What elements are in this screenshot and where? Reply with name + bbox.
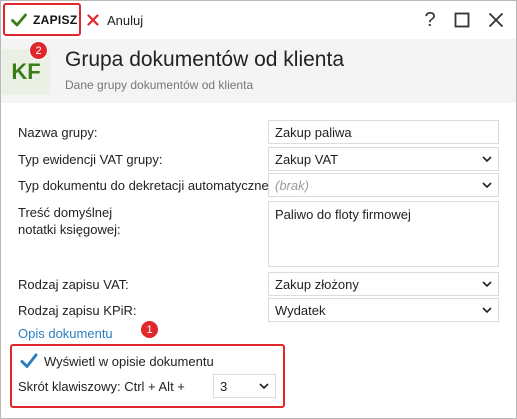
help-button[interactable]: ? <box>419 9 441 31</box>
dialog-window: ZAPISZ Anuluj ? KF 2 Grupa dokumentów od… <box>0 0 517 419</box>
dialog-header: KF 2 Grupa dokumentów od klienta Dane gr… <box>1 39 516 103</box>
shortcut-select[interactable]: 3 <box>213 374 276 398</box>
close-x-icon <box>87 14 99 26</box>
note-label-line2: notatki księgowej: <box>18 222 121 237</box>
doc-type-select[interactable]: (brak) <box>268 173 499 197</box>
vat-record-select[interactable]: Zakup złożony <box>268 272 499 296</box>
vat-record-label: Rodzaj zapisu VAT: <box>18 277 129 292</box>
chevron-down-icon <box>482 307 492 313</box>
close-window-button[interactable] <box>485 9 507 31</box>
doc-type-value: (brak) <box>275 177 309 193</box>
page-title: Grupa dokumentów od klienta <box>65 48 344 71</box>
chevron-down-icon <box>482 156 492 162</box>
checkmark-icon <box>11 13 27 26</box>
save-button[interactable]: ZAPISZ <box>3 3 81 36</box>
close-icon <box>489 13 503 27</box>
vat-record-value: Zakup złożony <box>275 276 359 292</box>
doc-type-label: Typ dokumentu do dekretacji automatyczne… <box>18 178 276 193</box>
show-in-description-checkbox[interactable] <box>20 352 38 370</box>
toolbar: ZAPISZ Anuluj ? <box>1 1 516 39</box>
kpir-label: Rodzaj zapisu KPiR: <box>18 303 137 318</box>
vat-type-value: Zakup VAT <box>275 151 339 167</box>
note-textarea[interactable]: Paliwo do floty firmowej <box>268 201 499 267</box>
kpir-select[interactable]: Wydatek <box>268 298 499 322</box>
step-badge-1: 1 <box>140 320 159 339</box>
opis-section-link[interactable]: Opis dokumentu <box>18 326 113 341</box>
save-button-label: ZAPISZ <box>33 12 78 27</box>
vat-type-select[interactable]: Zakup VAT <box>268 147 499 171</box>
cancel-button[interactable]: Anuluj <box>87 10 143 30</box>
chevron-down-icon <box>259 383 269 389</box>
cancel-button-label: Anuluj <box>107 12 144 28</box>
chevron-down-icon <box>482 281 492 287</box>
group-name-input[interactable]: Zakup paliwa <box>268 120 499 144</box>
page-subtitle: Dane grupy dokumentów od klienta <box>65 78 254 92</box>
kpir-value: Wydatek <box>275 302 326 318</box>
show-in-description-label: Wyświetl w opisie dokumentu <box>44 353 214 369</box>
chevron-down-icon <box>482 182 492 188</box>
vat-type-label: Typ ewidencji VAT grupy: <box>18 152 163 167</box>
step-badge-2: 2 <box>29 41 48 60</box>
group-name-label: Nazwa grupy: <box>18 125 98 140</box>
help-icon: ? <box>424 8 436 31</box>
group-name-value: Zakup paliwa <box>275 124 352 140</box>
shortcut-value: 3 <box>220 378 228 394</box>
note-label-line1: Treść domyślnej <box>18 205 113 220</box>
maximize-icon <box>454 12 470 28</box>
show-in-description-row[interactable]: Wyświetl w opisie dokumentu <box>20 352 214 370</box>
checkmark-icon <box>20 353 38 368</box>
shortcut-label: Skrót klawiszowy: Ctrl + Alt + <box>18 379 185 394</box>
maximize-button[interactable] <box>451 9 473 31</box>
